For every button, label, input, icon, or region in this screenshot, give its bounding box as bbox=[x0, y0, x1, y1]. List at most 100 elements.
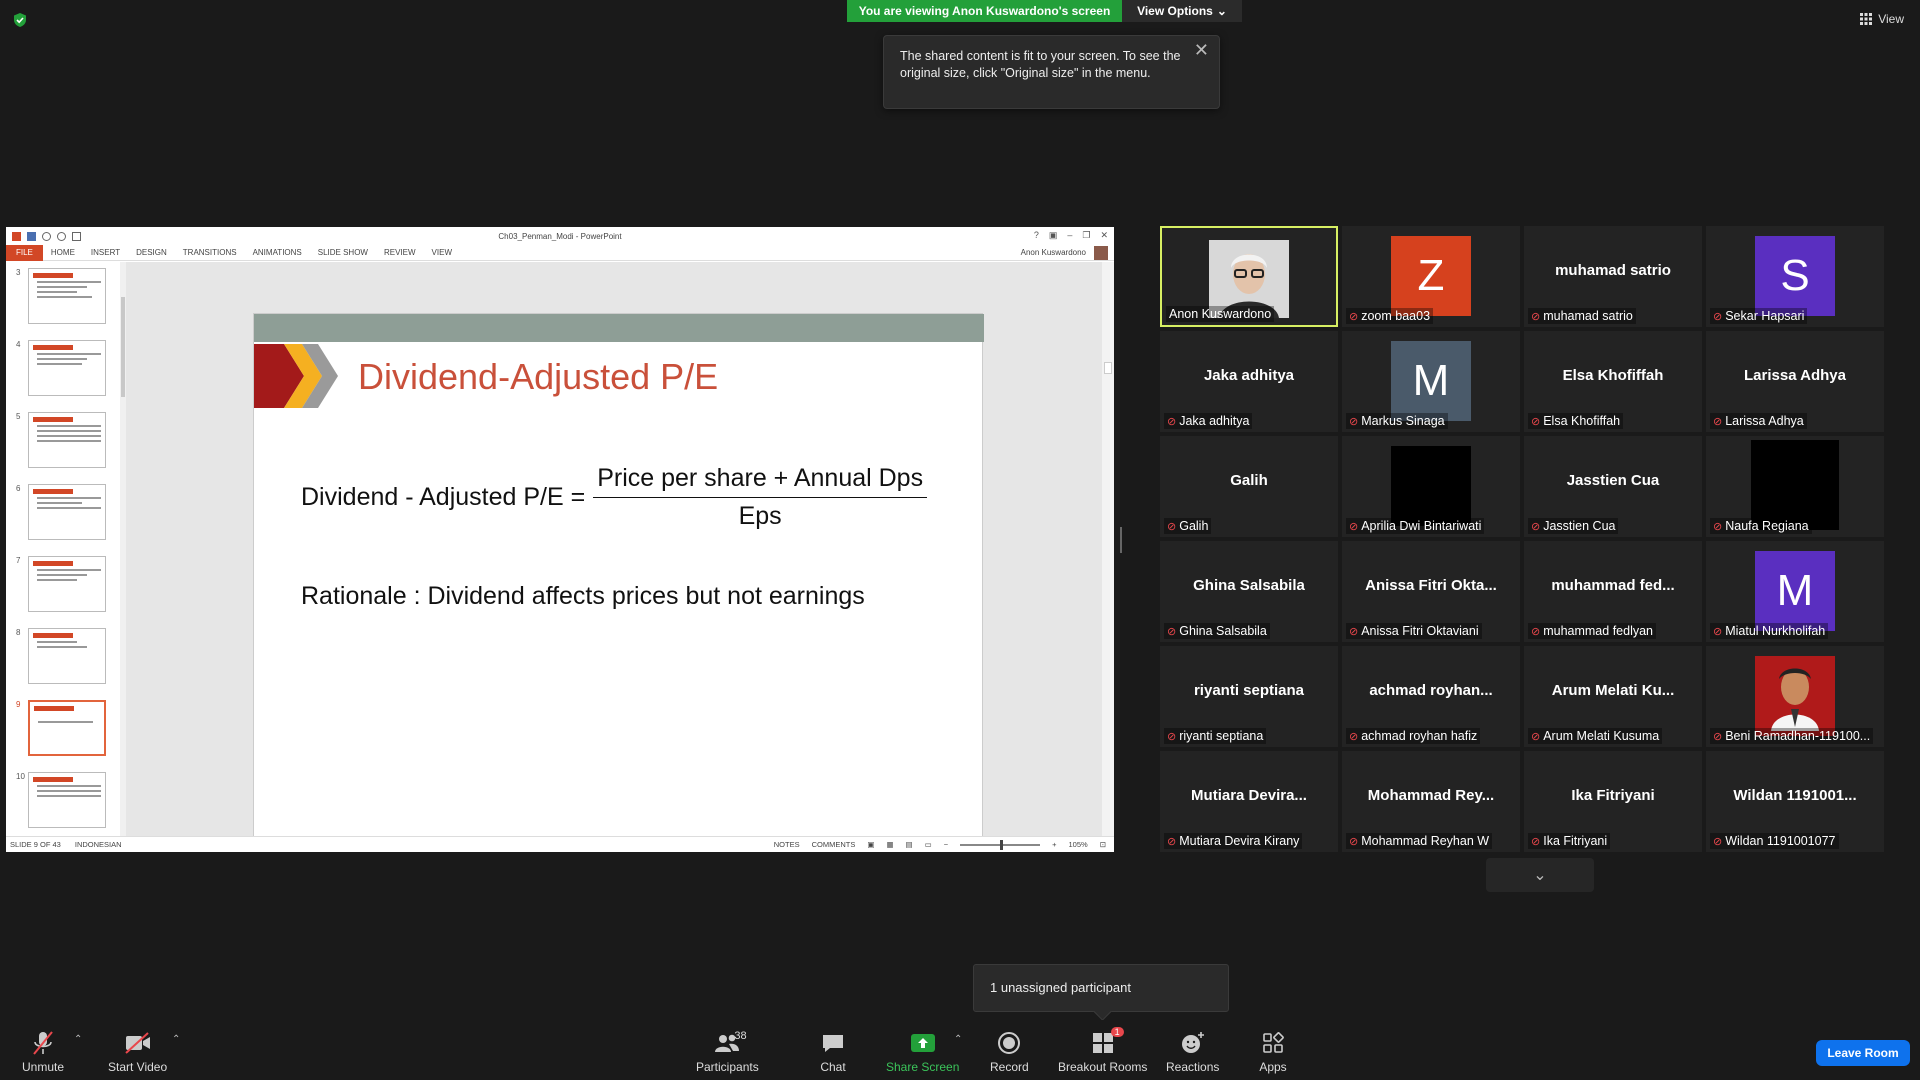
ribbon-tab-insert: INSERT bbox=[90, 248, 121, 257]
participant-display-name: Anissa Fitri Okta... bbox=[1365, 577, 1497, 594]
participants-label: Participants bbox=[696, 1060, 759, 1074]
participant-tile[interactable]: Anissa Fitri Okta... ⊘ Anissa Fitri Oktavi… bbox=[1342, 541, 1520, 642]
chevron-down-icon: ⌄ bbox=[1533, 867, 1547, 884]
ribbon-tab-view: VIEW bbox=[431, 248, 452, 257]
slide-thumbnail-preview bbox=[28, 268, 106, 324]
participant-tile[interactable]: achmad royhan... ⊘ achmad royhan hafiz bbox=[1342, 646, 1520, 747]
muted-mic-icon: ⊘ bbox=[1167, 625, 1177, 638]
participant-tile[interactable]: riyanti septiana ⊘ riyanti septiana bbox=[1160, 646, 1338, 747]
zoom-in-icon: + bbox=[1052, 840, 1057, 849]
participant-display-name: Jasstien Cua bbox=[1566, 472, 1660, 489]
participant-tile[interactable]: Galih ⊘ Galih bbox=[1160, 436, 1338, 537]
participant-display-name: muhamad satrio bbox=[1555, 262, 1671, 279]
participant-tile[interactable]: Ika Fitriyani ⊘ Ika Fitriyani bbox=[1524, 751, 1702, 852]
ribbon-tab-slide-show: SLIDE SHOW bbox=[317, 248, 368, 257]
ribbon-tab-animations: ANIMATIONS bbox=[252, 248, 302, 257]
share-options-caret-icon[interactable]: ⌃ bbox=[954, 1034, 962, 1045]
start-video-label: Start Video bbox=[108, 1060, 168, 1074]
participant-name: Sekar Hapsari bbox=[1725, 309, 1805, 323]
notes-toggle: NOTES bbox=[773, 840, 800, 849]
view-layout-button[interactable]: View bbox=[1860, 12, 1904, 26]
chat-button[interactable]: Chat bbox=[818, 1030, 848, 1074]
zoom-slider bbox=[960, 839, 1041, 850]
participants-button[interactable]: 38 Participants bbox=[696, 1030, 759, 1074]
slide-thumbnail: 6 bbox=[10, 484, 110, 544]
unmute-button[interactable]: Unmute bbox=[22, 1030, 64, 1074]
participant-tile[interactable]: ⊘ Naufa Regiana bbox=[1706, 436, 1884, 537]
participant-tile[interactable]: ⊘ Beni Ramadhan-119100... bbox=[1706, 646, 1884, 747]
participant-name: Anon Kuswardono bbox=[1169, 307, 1272, 321]
formula-lhs: Dividend - Adjusted P/E = bbox=[301, 483, 586, 511]
apps-button[interactable]: Apps bbox=[1258, 1030, 1288, 1074]
participant-display-name: Galih bbox=[1230, 472, 1268, 489]
view-options-button[interactable]: View Options ⌄ bbox=[1122, 0, 1242, 22]
participant-tile[interactable]: muhamad satrio ⊘ muhamad satrio bbox=[1524, 226, 1702, 327]
participant-name: achmad royhan hafiz bbox=[1361, 729, 1478, 743]
share-screen-button[interactable]: Share Screen bbox=[886, 1030, 959, 1074]
split-view-handle[interactable] bbox=[1120, 527, 1122, 553]
participant-name-label: ⊘ Wildan 1191001077 bbox=[1710, 833, 1839, 849]
smiley-plus-icon bbox=[1181, 1032, 1204, 1053]
security-shield-icon[interactable] bbox=[12, 12, 28, 28]
muted-mic-icon: ⊘ bbox=[1713, 730, 1723, 743]
participant-name: Wildan 1191001077 bbox=[1725, 834, 1836, 848]
participant-name: Mutiara Devira Kirany bbox=[1179, 834, 1300, 848]
chat-label: Chat bbox=[820, 1060, 846, 1074]
participant-name-label: ⊘ Aprilia Dwi Bintariwati bbox=[1346, 518, 1485, 534]
participant-name: Elsa Khofiffah bbox=[1543, 414, 1621, 428]
participant-tile[interactable]: S ⊘ Sekar Hapsari bbox=[1706, 226, 1884, 327]
participant-tile[interactable]: Arum Melati Ku... ⊘ Arum Melati Kusuma bbox=[1524, 646, 1702, 747]
slide-scrollbar bbox=[1102, 262, 1114, 836]
participant-tile[interactable]: Mutiara Devira... ⊘ Mutiara Devira Kirany bbox=[1160, 751, 1338, 852]
muted-mic-icon: ⊘ bbox=[1713, 310, 1723, 323]
participant-tile[interactable]: ⊘ Aprilia Dwi Bintariwati bbox=[1342, 436, 1520, 537]
participant-tile[interactable]: muhammad fed... ⊘ muhammad fedlyan bbox=[1524, 541, 1702, 642]
start-video-button[interactable]: Start Video bbox=[108, 1030, 167, 1074]
participant-tile[interactable]: Ghina Salsabila ⊘ Ghina Salsabila bbox=[1160, 541, 1338, 642]
participant-tile[interactable]: Wildan 1191001... ⊘ Wildan 1191001077 bbox=[1706, 751, 1884, 852]
muted-mic-icon: ⊘ bbox=[1531, 625, 1541, 638]
participant-tile[interactable]: Elsa Khofiffah ⊘ Elsa Khofiffah bbox=[1524, 331, 1702, 432]
muted-mic-icon: ⊘ bbox=[1349, 310, 1359, 323]
ppt-workspace: 3 4 5 6 7 8 9 10 Dividend-Adjusted P/E D… bbox=[6, 262, 1114, 852]
reactions-button[interactable]: Reactions bbox=[1166, 1030, 1219, 1074]
meeting-toolbar: Unmute ⌃ Start Video ⌃ 38 Participants C… bbox=[0, 1020, 1920, 1080]
participant-name-label: ⊘ muhamad satrio bbox=[1528, 308, 1636, 324]
participant-display-name: Jaka adhitya bbox=[1203, 367, 1295, 384]
close-window-icon: ✕ bbox=[1100, 230, 1108, 240]
participant-display-name: riyanti septiana bbox=[1193, 682, 1305, 699]
slide-thumbnail-number: 3 bbox=[16, 268, 21, 277]
participant-tile[interactable]: Larissa Adhya ⊘ Larissa Adhya bbox=[1706, 331, 1884, 432]
leave-room-button[interactable]: Leave Room bbox=[1816, 1040, 1910, 1066]
participant-name-label: ⊘ Miatul Nurkholifah bbox=[1710, 623, 1829, 639]
participant-name: Galih bbox=[1179, 519, 1209, 533]
close-icon[interactable]: ✕ bbox=[1194, 41, 1209, 59]
breakout-rooms-button[interactable]: 1 Breakout Rooms bbox=[1058, 1027, 1147, 1074]
participant-tile[interactable]: Z ⊘ zoom baa03 bbox=[1342, 226, 1520, 327]
gallery-next-page-button[interactable]: ⌄ bbox=[1486, 858, 1594, 892]
video-camera-off-icon bbox=[124, 1032, 150, 1054]
audio-options-caret-icon[interactable]: ⌃ bbox=[74, 1034, 82, 1045]
participant-tile[interactable]: M ⊘ Miatul Nurkholifah bbox=[1706, 541, 1884, 642]
participant-display-name: Ghina Salsabila bbox=[1193, 577, 1305, 594]
participant-tile[interactable]: Anon Kuswardono bbox=[1160, 226, 1338, 327]
slide-thumbnail-number: 7 bbox=[16, 556, 21, 565]
unassigned-participant-popup[interactable]: 1 unassigned participant bbox=[973, 964, 1229, 1012]
participant-initial-avatar: M bbox=[1755, 551, 1835, 631]
participant-display-name: Arum Melati Ku... bbox=[1551, 682, 1675, 699]
participant-display-name: Wildan 1191001... bbox=[1733, 787, 1857, 804]
participant-initial-avatar: M bbox=[1391, 341, 1471, 421]
participant-tile[interactable]: Jasstien Cua ⊘ Jasstien Cua bbox=[1524, 436, 1702, 537]
video-options-caret-icon[interactable]: ⌃ bbox=[172, 1034, 180, 1045]
participant-tile[interactable]: M ⊘ Markus Sinaga bbox=[1342, 331, 1520, 432]
slide-thumbnail: 8 bbox=[10, 628, 110, 688]
participant-tile[interactable]: Mohammad Rey... ⊘ Mohammad Reyhan W bbox=[1342, 751, 1520, 852]
participant-name: zoom baa03 bbox=[1361, 309, 1431, 323]
record-button[interactable]: Record bbox=[990, 1030, 1029, 1074]
participant-name-label: ⊘ Arum Melati Kusuma bbox=[1528, 728, 1663, 744]
participant-tile[interactable]: Jaka adhitya ⊘ Jaka adhitya bbox=[1160, 331, 1338, 432]
participant-display-name: Mutiara Devira... bbox=[1191, 787, 1307, 804]
record-icon bbox=[998, 1032, 1021, 1054]
slide-thumbnail-number: 6 bbox=[16, 484, 21, 493]
zoom-level: 105% bbox=[1068, 840, 1088, 849]
